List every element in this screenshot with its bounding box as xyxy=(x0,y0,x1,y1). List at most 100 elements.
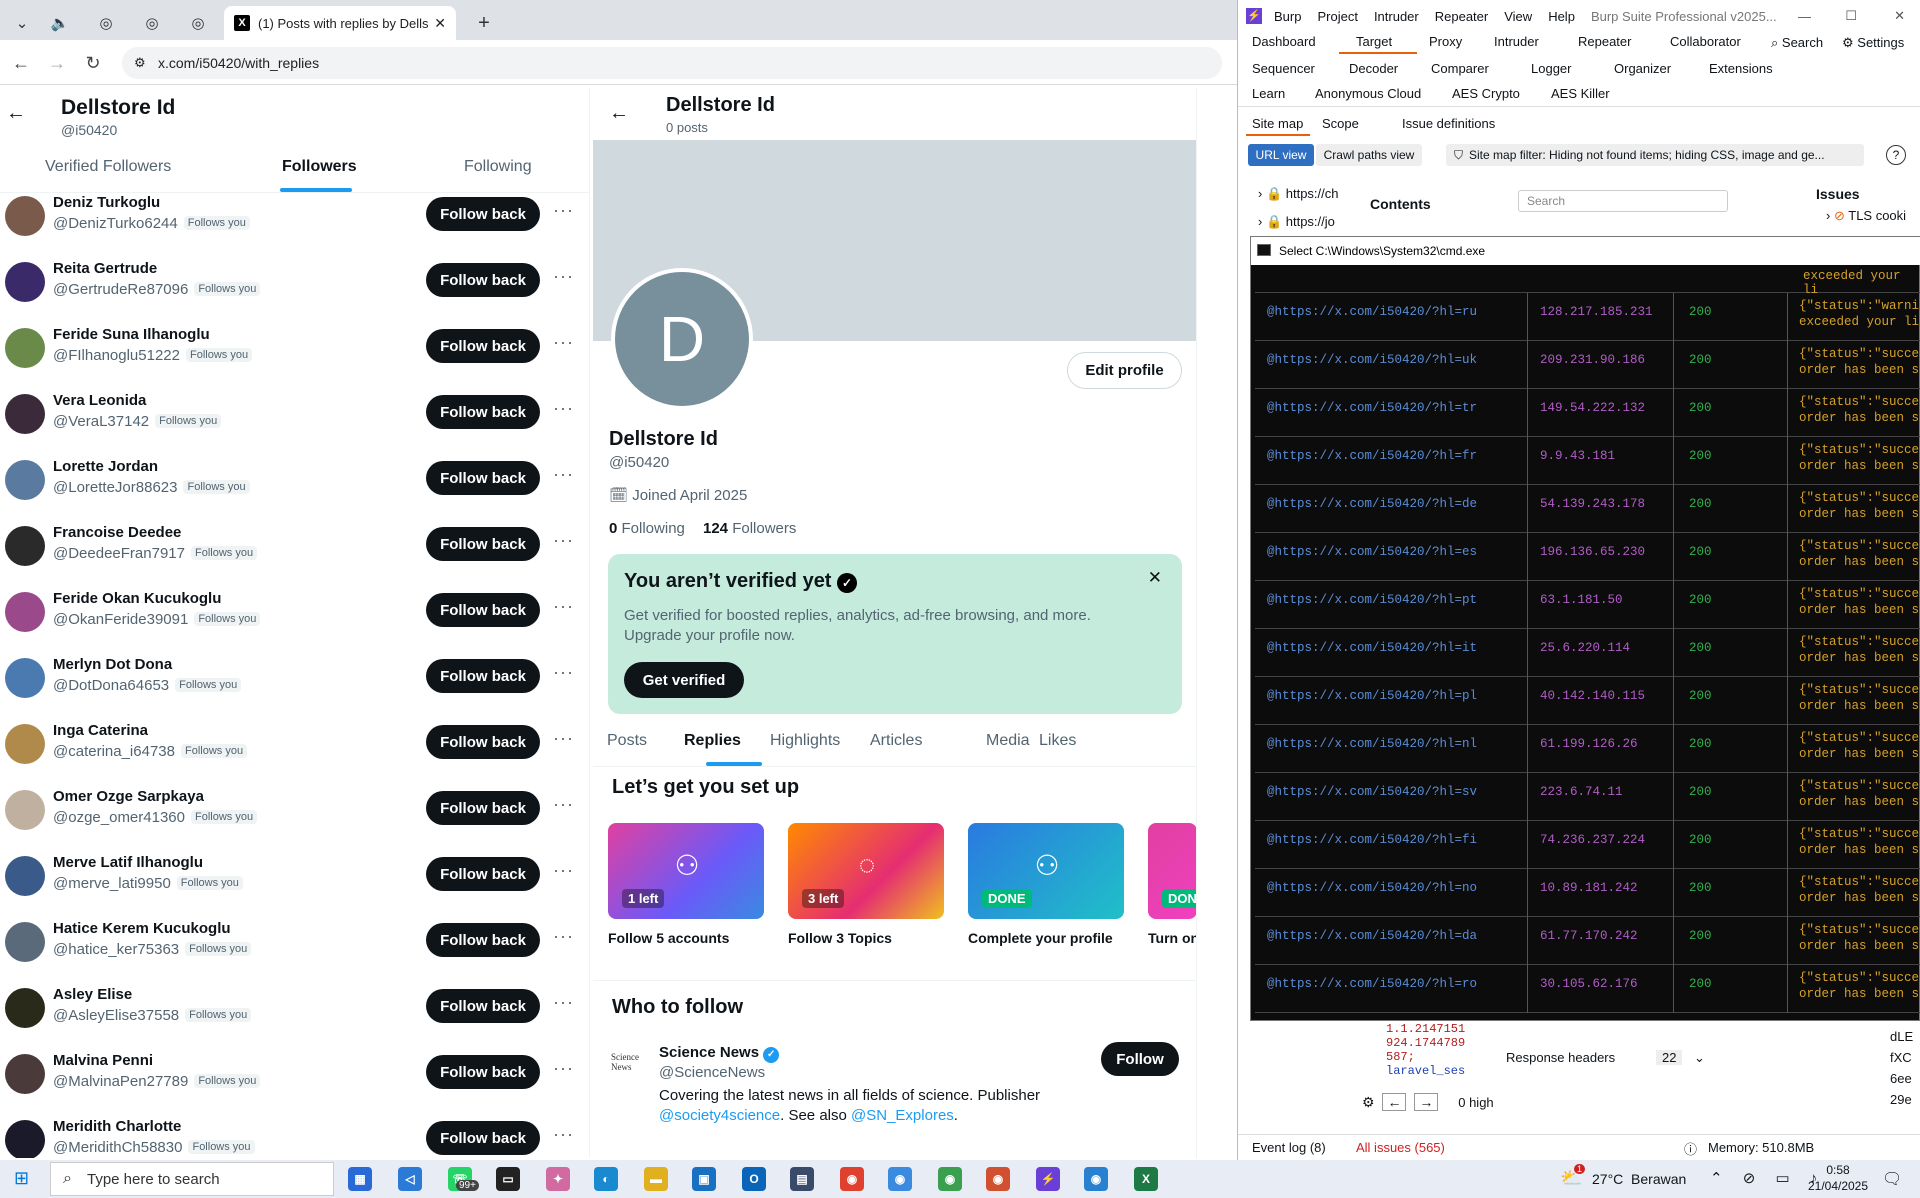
bio-link-society4science[interactable]: @society4science xyxy=(659,1107,780,1124)
follower-row[interactable]: Francoise Deedee @DeedeeFran7917 Follows y… xyxy=(0,518,589,584)
follower-name[interactable]: Merlyn Dot Dona xyxy=(53,656,172,673)
burp-menu-intruder[interactable]: Intruder xyxy=(1374,9,1419,24)
start-windows-icon[interactable]: ⊞ xyxy=(14,1168,29,1189)
setup-card[interactable]: ⚇ 1 left xyxy=(608,823,764,919)
minimize-icon[interactable]: — xyxy=(1798,9,1811,24)
setup-card[interactable]: ⚇ DONE xyxy=(968,823,1124,919)
verify-close-icon[interactable]: ✕ xyxy=(1148,568,1162,588)
burp-tab-aes-killer[interactable]: AES Killer xyxy=(1551,86,1610,101)
follower-name[interactable]: Reita Gertrude xyxy=(53,260,157,277)
follow-back-button[interactable]: Follow back xyxy=(426,989,540,1023)
clock-time[interactable]: 0:58 xyxy=(1808,1163,1868,1177)
profile-tab-highlights[interactable]: Highlights xyxy=(770,732,840,750)
file-explorer-icon[interactable]: ▬ xyxy=(644,1167,668,1191)
follower-name[interactable]: Asley Elise xyxy=(53,986,132,1003)
site-map-filter[interactable]: ⛉ Site map filter: Hiding not found item… xyxy=(1446,144,1864,166)
followers-link[interactable]: 124 Followers xyxy=(703,520,796,537)
burp-tab-proxy[interactable]: Proxy xyxy=(1429,34,1462,49)
follower-row[interactable]: Vera Leonida @VeraL37142 Follows you Follow… xyxy=(0,386,589,452)
follow-back-button[interactable]: Follow back xyxy=(426,263,540,297)
follow-button[interactable]: Follow xyxy=(1101,1042,1179,1076)
setup-card[interactable]: ◌ 3 left xyxy=(788,823,944,919)
follower-row[interactable]: Deniz Turkoglu @DenizTurko6244 Follows you… xyxy=(0,188,589,254)
follower-avatar[interactable] xyxy=(5,196,45,236)
edge-icon[interactable]: ◐ xyxy=(594,1167,618,1191)
outlook-icon[interactable]: O xyxy=(742,1167,766,1191)
profile-avatar[interactable]: D xyxy=(611,268,753,410)
follower-row[interactable]: Merlyn Dot Dona @DotDona64653 Follows you F… xyxy=(0,650,589,716)
setup-card-label[interactable]: Follow 3 Topics xyxy=(788,930,892,946)
following-link[interactable]: 0 Following xyxy=(609,520,685,537)
follower-name[interactable]: Meridith Charlotte xyxy=(53,1118,181,1135)
follower-name[interactable]: Feride Okan Kucukoglu xyxy=(53,590,221,607)
burp-tab-dashboard[interactable]: Dashboard xyxy=(1252,34,1316,49)
tab-following[interactable]: Following xyxy=(464,158,532,176)
excel-icon[interactable]: X xyxy=(1134,1167,1158,1191)
follower-row[interactable]: Merve Latif Ilhanoglu @merve_lati9950 Foll… xyxy=(0,848,589,914)
follower-avatar[interactable] xyxy=(5,658,45,698)
follower-row[interactable]: Malvina Penni @MalvinaPen27789 Follows you… xyxy=(0,1046,589,1112)
follower-name[interactable]: Malvina Penni xyxy=(53,1052,153,1069)
burp-menu-help[interactable]: Help xyxy=(1548,9,1575,24)
burp-tab-sequencer[interactable]: Sequencer xyxy=(1252,61,1315,76)
setup-card[interactable]: DON xyxy=(1148,823,1196,919)
follower-row[interactable]: Meridith Charlotte @MeridithCh58830 Follow… xyxy=(0,1112,589,1158)
reload-icon[interactable]: ↻ xyxy=(80,50,106,76)
setup-card-label[interactable]: Turn on xyxy=(1148,930,1196,946)
follower-row[interactable]: Reita Gertrude @GertrudeRe87096 Follows yo… xyxy=(0,254,589,320)
follow-back-button[interactable]: Follow back xyxy=(426,857,540,891)
profile-tab-likes[interactable]: Likes xyxy=(1039,732,1076,750)
more-options-icon[interactable]: ··· xyxy=(553,266,574,287)
app-icon[interactable]: ▤ xyxy=(790,1167,814,1191)
burp-tab-intruder[interactable]: Intruder xyxy=(1494,34,1539,49)
profile-tab-posts[interactable]: Posts xyxy=(607,732,647,750)
follower-avatar[interactable] xyxy=(5,724,45,764)
more-options-icon[interactable]: ··· xyxy=(553,1058,574,1079)
more-options-icon[interactable]: ··· xyxy=(553,1124,574,1145)
burp-tab-logger[interactable]: Logger xyxy=(1531,61,1571,76)
burp-tab-collaborator[interactable]: Collaborator xyxy=(1670,34,1741,49)
follower-avatar[interactable] xyxy=(5,1054,45,1094)
follower-row[interactable]: Inga Caterina @caterina_i64738 Follows you… xyxy=(0,716,589,782)
event-log[interactable]: Event log (8) xyxy=(1252,1140,1326,1155)
follower-row[interactable]: Feride Okan Kucukoglu @OkanFeride39091 Fol… xyxy=(0,584,589,650)
follower-avatar[interactable] xyxy=(5,328,45,368)
all-issues[interactable]: All issues (565) xyxy=(1356,1140,1445,1155)
follower-name[interactable]: Feride Suna Ilhanoglu xyxy=(53,326,210,343)
more-options-icon[interactable]: ··· xyxy=(553,200,574,221)
more-options-icon[interactable]: ··· xyxy=(553,662,574,683)
subtab-scope[interactable]: Scope xyxy=(1322,116,1359,131)
close-tab-icon[interactable]: ✕ xyxy=(434,15,446,32)
chrome-icon[interactable]: ◉ xyxy=(840,1167,864,1191)
follow-back-button[interactable]: Follow back xyxy=(426,329,540,363)
follower-name[interactable]: Lorette Jordan xyxy=(53,458,158,475)
follower-name[interactable]: Francoise Deedee xyxy=(53,524,181,541)
back-arrow-icon[interactable]: ← xyxy=(6,102,26,125)
get-verified-button[interactable]: Get verified xyxy=(624,662,744,698)
follower-name[interactable]: Inga Caterina xyxy=(53,722,148,739)
burp-tab-learn[interactable]: Learn xyxy=(1252,86,1285,101)
tree-item-2[interactable]: › 🔒 https://jo xyxy=(1258,214,1335,230)
follow-back-button[interactable]: Follow back xyxy=(426,461,540,495)
subtab-issue-definitions[interactable]: Issue definitions xyxy=(1402,116,1495,131)
site-info-icon[interactable]: ⚙ xyxy=(134,55,146,71)
close-window-icon[interactable]: ✕ xyxy=(1894,8,1905,24)
setup-card-label[interactable]: Follow 5 accounts xyxy=(608,930,729,946)
follower-avatar[interactable] xyxy=(5,790,45,830)
clock-date[interactable]: 21/04/2025 xyxy=(1800,1179,1876,1193)
burp-settings[interactable]: ⚙ Settings xyxy=(1842,35,1904,51)
help-icon[interactable]: ? xyxy=(1886,145,1906,165)
burp-search[interactable]: ⌕ Search xyxy=(1771,35,1823,51)
url-field[interactable]: ⚙ x.com/i50420/with_replies xyxy=(122,47,1222,79)
follow-back-button[interactable]: Follow back xyxy=(426,725,540,759)
follow-back-button[interactable]: Follow back xyxy=(426,659,540,693)
burp-tab-target[interactable]: Target xyxy=(1356,34,1392,49)
profile-tab-media[interactable]: Media xyxy=(986,732,1030,750)
subtab-site-map[interactable]: Site map xyxy=(1252,116,1303,131)
next-icon[interactable]: → xyxy=(1414,1093,1439,1111)
threads-tab-2[interactable]: ◎ xyxy=(132,6,172,40)
settings-small-icon[interactable]: ⚙ xyxy=(1362,1094,1375,1110)
more-options-icon[interactable]: ··· xyxy=(553,926,574,947)
follow-back-button[interactable]: Follow back xyxy=(426,527,540,561)
chrome-blue2-icon[interactable]: ◉ xyxy=(1084,1167,1108,1191)
